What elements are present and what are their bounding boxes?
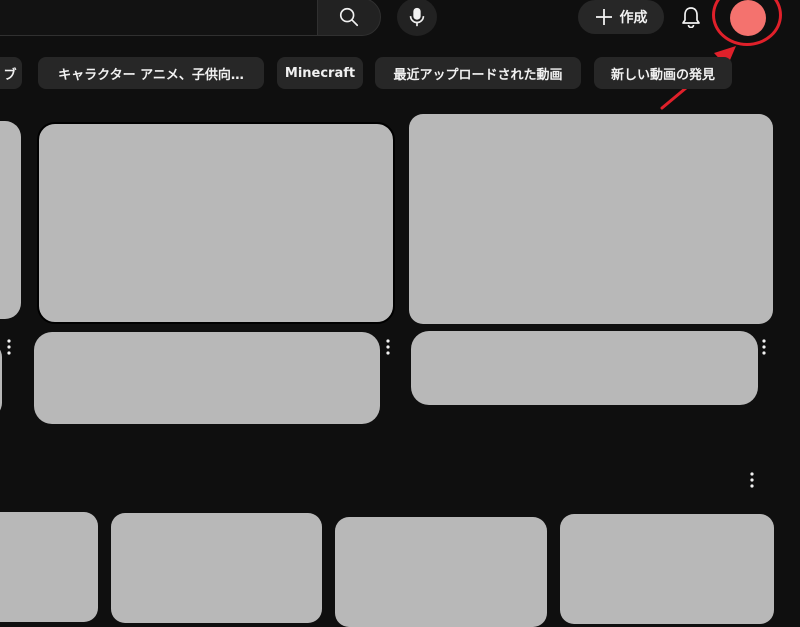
chip-label: ブ	[3, 67, 17, 83]
video-info[interactable]	[0, 343, 2, 417]
video-thumbnail[interactable]	[409, 114, 773, 324]
video-thumbnail[interactable]	[0, 121, 21, 319]
chip-label: 新しい動画の発見	[610, 67, 715, 83]
avatar[interactable]	[730, 0, 766, 36]
chip-1[interactable]: キャラクター アニメ、子供向…	[38, 57, 264, 89]
more-options-button[interactable]	[383, 338, 393, 356]
search-icon	[339, 7, 359, 27]
more-options-button[interactable]	[759, 338, 769, 356]
voice-search-button[interactable]	[397, 0, 437, 36]
chip-2[interactable]: Minecraft	[277, 57, 363, 89]
short-thumbnail[interactable]	[335, 517, 547, 627]
more-vert-icon	[750, 472, 754, 488]
video-info[interactable]	[34, 332, 380, 424]
chip-4[interactable]: 新しい動画の発見	[594, 57, 732, 89]
video-thumbnail[interactable]	[37, 122, 395, 324]
search-button[interactable]	[317, 0, 381, 36]
short-thumbnail[interactable]	[0, 512, 98, 622]
chip-label: キャラクター アニメ、子供向…	[58, 67, 244, 83]
short-thumbnail[interactable]	[560, 514, 774, 624]
more-vert-icon	[386, 339, 390, 355]
more-vert-icon	[762, 339, 766, 355]
create-button-label: 作成	[619, 10, 648, 26]
chip-3[interactable]: 最近アップロードされた動画	[375, 57, 581, 89]
bell-icon	[682, 7, 700, 28]
chip-label: 最近アップロードされた動画	[393, 67, 563, 83]
plus-icon	[595, 9, 612, 25]
video-info[interactable]	[411, 331, 758, 405]
chip-0[interactable]: ブ	[0, 57, 22, 89]
search-input[interactable]	[0, 0, 317, 36]
mic-icon	[409, 7, 425, 27]
notifications-button[interactable]	[674, 0, 708, 34]
more-vert-icon	[7, 339, 11, 355]
section-more-options-button[interactable]	[747, 471, 757, 489]
more-options-button[interactable]	[4, 338, 14, 356]
chip-label: Minecraft	[284, 65, 356, 81]
create-button[interactable]: 作成	[578, 0, 664, 34]
short-thumbnail[interactable]	[111, 513, 322, 623]
